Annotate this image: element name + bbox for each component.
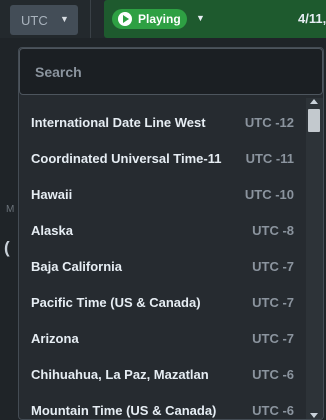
- timezone-name: Coordinated Universal Time-11: [31, 150, 222, 166]
- timezone-offset: UTC -6: [252, 402, 294, 418]
- background-text-fragment: M: [6, 204, 15, 215]
- playing-caret-down-icon[interactable]: ▼: [196, 13, 205, 23]
- scroll-down-arrow-icon[interactable]: [310, 413, 318, 418]
- timezone-option[interactable]: Pacific Time (US & Canada) UTC -7: [19, 284, 306, 320]
- timezone-dropdown-menu: International Date Line West UTC -12 Coo…: [18, 47, 324, 420]
- timezone-offset: UTC -8: [252, 222, 294, 238]
- timezone-offset: UTC -7: [252, 294, 294, 310]
- search-input[interactable]: [19, 48, 323, 95]
- timezone-dropdown-button[interactable]: UTC ▼: [10, 5, 78, 35]
- playing-label: Playing: [138, 12, 181, 26]
- timezone-name: Mountain Time (US & Canada): [31, 402, 217, 418]
- timezone-name: Baja California: [31, 258, 123, 274]
- date-display: 4/11,: [298, 11, 326, 26]
- timezone-option[interactable]: Alaska UTC -8: [19, 212, 306, 248]
- scrollbar-thumb[interactable]: [308, 109, 320, 132]
- caret-down-icon: ▼: [60, 14, 69, 24]
- timezone-offset: UTC -12: [244, 114, 294, 130]
- timezone-name: Chihuahua, La Paz, Mazatlan: [31, 366, 209, 382]
- timezone-option[interactable]: Coordinated Universal Time-11 UTC -11: [19, 140, 306, 176]
- divider: [90, 0, 91, 38]
- timezone-offset: UTC -10: [244, 186, 294, 202]
- timezone-option[interactable]: Baja California UTC -7: [19, 248, 306, 284]
- timezone-offset: UTC -7: [252, 330, 294, 346]
- timezone-name: Arizona: [31, 330, 79, 346]
- timezone-option[interactable]: Chihuahua, La Paz, Mazatlan UTC -6: [19, 356, 306, 392]
- timezone-option[interactable]: Hawaii UTC -10: [19, 176, 306, 212]
- timezone-name: Hawaii: [31, 186, 73, 202]
- timezone-offset: UTC -6: [252, 366, 294, 382]
- timezone-offset: UTC -11: [245, 150, 294, 166]
- timezone-offset: UTC -7: [252, 258, 294, 274]
- timezone-list: International Date Line West UTC -12 Coo…: [19, 104, 306, 419]
- app-root: UTC ▼ Playing ▼ 4/11, M ( International …: [0, 0, 326, 420]
- timezone-option[interactable]: International Date Line West UTC -12: [19, 104, 306, 140]
- scrollbar[interactable]: [306, 98, 323, 419]
- timezone-label: UTC: [21, 12, 48, 28]
- timezone-option[interactable]: Arizona UTC -7: [19, 320, 306, 356]
- timezone-option[interactable]: Mountain Time (US & Canada) UTC -6: [19, 392, 306, 419]
- background-text-fragment: (: [4, 238, 10, 257]
- timezone-name: Pacific Time (US & Canada): [31, 294, 201, 310]
- timezone-name: Alaska: [31, 222, 73, 238]
- scroll-up-arrow-icon[interactable]: [310, 99, 318, 104]
- top-bar: UTC ▼ Playing ▼ 4/11,: [0, 0, 326, 38]
- play-icon: [118, 12, 132, 26]
- timezone-name: International Date Line West: [31, 114, 206, 130]
- playing-toggle-button[interactable]: Playing: [112, 9, 187, 29]
